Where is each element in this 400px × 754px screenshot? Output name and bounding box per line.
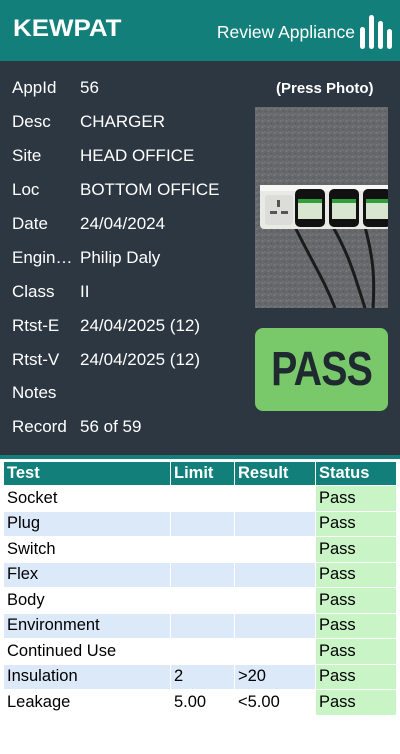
table-row[interactable]: Socket Pass xyxy=(4,486,396,511)
table-row[interactable]: Body Pass xyxy=(4,588,396,613)
detail-label: AppId xyxy=(12,78,57,97)
detail-value: HEAD OFFICE xyxy=(80,146,195,165)
test-result xyxy=(235,511,315,536)
test-result xyxy=(235,613,315,638)
table-row[interactable]: Insulation 2 >20 Pass xyxy=(4,664,396,689)
detail-value: Philip Daly xyxy=(80,248,161,267)
test-limit xyxy=(171,613,234,638)
appliance-photo[interactable] xyxy=(255,107,388,308)
test-name: Insulation xyxy=(4,664,170,689)
column-header-result: Result xyxy=(235,462,315,485)
detail-value: 56 xyxy=(80,78,99,97)
detail-label: Desc xyxy=(12,112,51,131)
press-photo-label[interactable]: (Press Photo) xyxy=(276,80,374,97)
detail-label: Engin… xyxy=(12,248,73,267)
test-result xyxy=(235,639,315,664)
test-limit xyxy=(171,562,234,587)
detail-label: Date xyxy=(12,214,48,233)
detail-value: 24/04/2025 (12) xyxy=(80,316,201,335)
table-header-row: Test Limit Result Status xyxy=(4,462,396,485)
pass-result-text: PASS xyxy=(271,343,373,396)
test-status: Pass xyxy=(316,664,396,689)
test-result: >20 xyxy=(235,664,315,689)
column-header-status: Status xyxy=(316,462,396,485)
detail-label: Loc xyxy=(12,180,40,199)
detail-value: BOTTOM OFFICE xyxy=(80,180,220,199)
test-name: Continued Use xyxy=(4,639,170,664)
test-result xyxy=(235,486,315,511)
bar-chart-icon[interactable] xyxy=(360,15,394,49)
section-divider xyxy=(0,455,400,459)
test-limit: 2 xyxy=(171,664,234,689)
test-name: Body xyxy=(4,588,170,613)
detail-label: Notes xyxy=(12,383,57,402)
test-name: Socket xyxy=(4,486,170,511)
test-results-table: Test Limit Result Status Socket Pass Plu… xyxy=(3,461,397,716)
detail-label: Record xyxy=(12,417,67,436)
test-status: Pass xyxy=(316,511,396,536)
detail-label: Rtst-V xyxy=(12,350,60,369)
test-result xyxy=(235,562,315,587)
detail-value: 24/04/2024 xyxy=(80,214,166,233)
test-status: Pass xyxy=(316,690,396,715)
test-name: Leakage xyxy=(4,690,170,715)
test-name: Switch xyxy=(4,537,170,562)
test-result: <5.00 xyxy=(235,690,315,715)
test-limit xyxy=(171,639,234,664)
detail-label: Class xyxy=(12,282,55,301)
table-row[interactable]: Switch Pass xyxy=(4,537,396,562)
test-status: Pass xyxy=(316,588,396,613)
test-result xyxy=(235,588,315,613)
test-limit xyxy=(171,511,234,536)
detail-value: 56 of 59 xyxy=(80,417,142,436)
test-name: Environment xyxy=(4,613,170,638)
kewpat-logo: KEWPAT xyxy=(13,15,122,42)
test-limit: 5.00 xyxy=(171,690,234,715)
test-name: Plug xyxy=(4,511,170,536)
pass-result-badge: PASS xyxy=(255,328,388,411)
page-title: Review Appliance xyxy=(216,22,355,42)
test-status: Pass xyxy=(316,537,396,562)
test-status: Pass xyxy=(316,562,396,587)
test-status: Pass xyxy=(316,486,396,511)
test-name: Flex xyxy=(4,562,170,587)
table-row[interactable]: Plug Pass xyxy=(4,511,396,536)
app-header: KEWPAT Review Appliance xyxy=(0,0,400,61)
test-limit xyxy=(171,588,234,613)
detail-label: Rtst-E xyxy=(12,316,60,335)
detail-label: Site xyxy=(12,146,42,165)
test-limit xyxy=(171,537,234,562)
detail-value: II xyxy=(80,282,90,301)
column-header-test: Test xyxy=(4,462,170,485)
detail-value: 24/04/2025 (12) xyxy=(80,350,201,369)
table-row[interactable]: Leakage 5.00 <5.00 Pass xyxy=(4,690,396,715)
test-limit xyxy=(171,486,234,511)
column-header-limit: Limit xyxy=(171,462,234,485)
test-status: Pass xyxy=(316,613,396,638)
table-row[interactable]: Flex Pass xyxy=(4,562,396,587)
table-row[interactable]: Environment Pass xyxy=(4,613,396,638)
test-result xyxy=(235,537,315,562)
table-row[interactable]: Continued Use Pass xyxy=(4,639,396,664)
appliance-photo-image xyxy=(255,107,388,308)
test-status: Pass xyxy=(316,639,396,664)
detail-value: CHARGER xyxy=(80,112,166,131)
